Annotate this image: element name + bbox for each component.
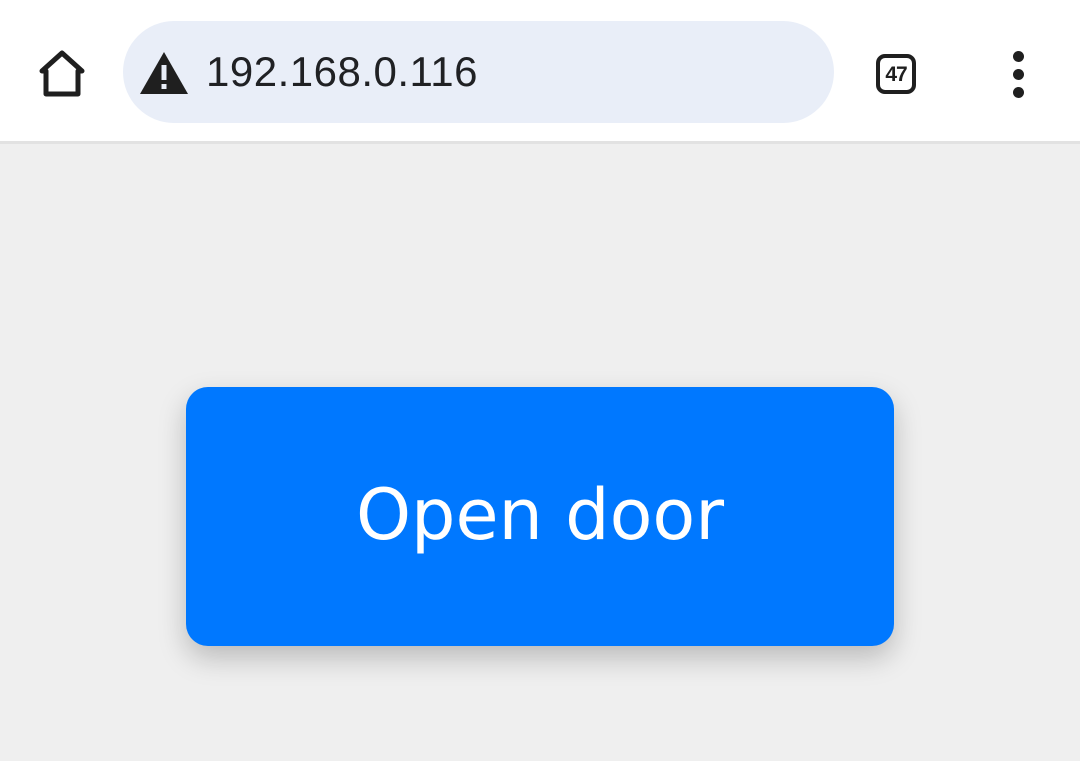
home-icon: [39, 50, 85, 97]
browser-toolbar: 192.168.0.116 47: [0, 0, 1080, 144]
open-door-button[interactable]: Open door: [186, 387, 894, 646]
menu-dot: [1012, 50, 1024, 62]
tab-counter-icon: 47: [876, 54, 916, 94]
menu-dot: [1012, 86, 1024, 98]
url-text[interactable]: 192.168.0.116: [206, 45, 478, 99]
menu-dot: [1012, 68, 1024, 80]
open-door-label: Open door: [355, 473, 725, 556]
more-vert-icon[interactable]: [990, 46, 1046, 102]
tab-switcher-button[interactable]: 47: [868, 46, 924, 102]
address-bar[interactable]: 192.168.0.116: [123, 21, 834, 123]
warning-triangle-icon[interactable]: [139, 51, 189, 95]
page-content: Open door: [0, 147, 1080, 761]
tab-count: 47: [885, 62, 907, 86]
home-button[interactable]: [30, 42, 94, 106]
